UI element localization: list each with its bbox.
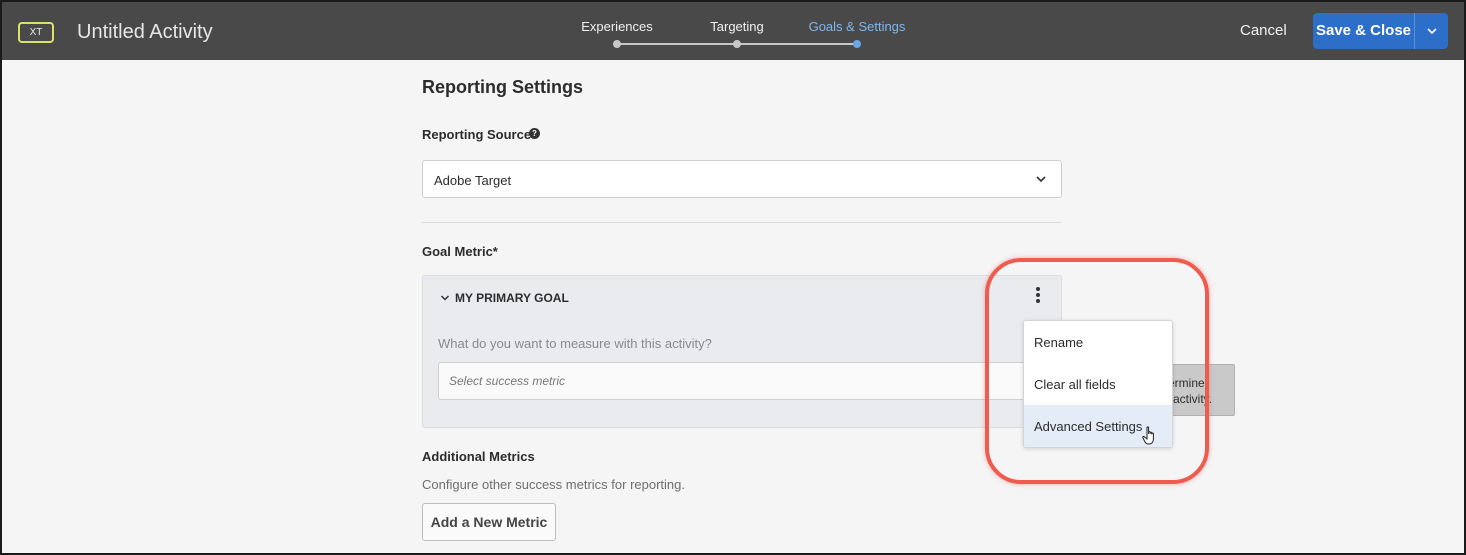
workflow-steps: Experiences Targeting Goals & Settings	[562, 2, 922, 60]
cancel-button[interactable]: Cancel	[1240, 22, 1287, 39]
reporting-source-label: Reporting Source	[422, 127, 532, 142]
save-button-group: Save & Close	[1313, 13, 1448, 49]
divider	[422, 222, 1062, 223]
help-icon[interactable]: ?	[529, 128, 540, 139]
step-dot-targeting[interactable]	[733, 40, 741, 48]
activity-title[interactable]: Untitled Activity	[77, 21, 213, 44]
additional-metrics-title: Additional Metrics	[422, 449, 535, 464]
highlight-annotation	[985, 258, 1209, 484]
activity-type-badge: XT	[18, 22, 54, 43]
reporting-source-select[interactable]: Adobe Target	[422, 160, 1062, 198]
chevron-down-icon[interactable]	[440, 291, 450, 305]
chevron-down-icon	[1036, 176, 1046, 183]
step-connector	[740, 43, 856, 45]
goal-name[interactable]: MY PRIMARY GOAL	[455, 291, 569, 305]
goal-card: MY PRIMARY GOAL What do you want to meas…	[422, 275, 1062, 428]
additional-metrics-subtitle: Configure other success metrics for repo…	[422, 477, 685, 492]
app-window: XT Untitled Activity Experiences Targeti…	[0, 0, 1466, 555]
reporting-source-value: Adobe Target	[434, 173, 512, 188]
step-dot-goals-settings[interactable]	[853, 40, 861, 48]
step-experiences[interactable]: Experiences	[581, 19, 653, 34]
success-metric-input[interactable]	[438, 362, 1048, 400]
save-close-button[interactable]: Save & Close	[1313, 13, 1415, 49]
save-options-button[interactable]	[1415, 13, 1448, 49]
top-bar: XT Untitled Activity Experiences Targeti…	[2, 2, 1464, 60]
step-targeting[interactable]: Targeting	[710, 19, 763, 34]
step-connector	[620, 43, 736, 45]
chevron-down-icon	[1426, 28, 1437, 34]
goal-metric-label: Goal Metric*	[422, 244, 498, 259]
step-dot-experiences[interactable]	[613, 40, 621, 48]
section-title: Reporting Settings	[422, 77, 583, 97]
add-metric-button[interactable]: Add a New Metric	[422, 503, 556, 541]
step-goals-settings[interactable]: Goals & Settings	[809, 19, 906, 34]
goal-question: What do you want to measure with this ac…	[438, 336, 712, 351]
